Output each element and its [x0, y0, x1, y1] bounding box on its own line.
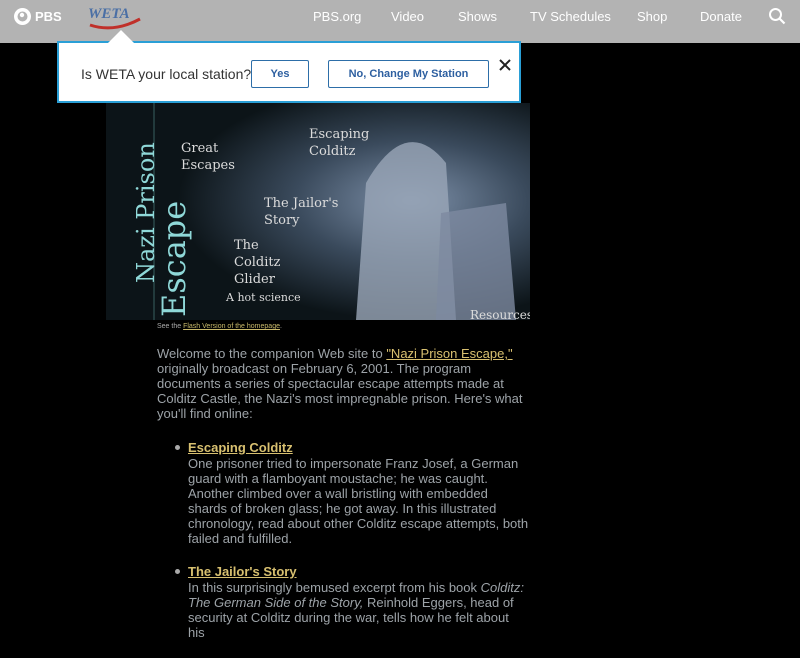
jailors-story-title-link[interactable]: The Jailor's Story: [188, 564, 529, 579]
flash-version-link[interactable]: Flash Version of the homepage: [183, 323, 280, 330]
nav-tv-schedules[interactable]: TV Schedules: [530, 9, 611, 24]
pbs-head-icon: [14, 8, 31, 25]
colditz-glider-link[interactable]: The Colditz Glider: [234, 237, 280, 288]
great-escapes-link[interactable]: Great Escapes: [181, 140, 235, 174]
nav-donate[interactable]: Donate: [700, 9, 742, 24]
flash-note: See the Flash Version of the homepage.: [157, 323, 282, 330]
nav-video[interactable]: Video: [391, 9, 424, 24]
list-item: The Jailor's Story In this surprisingly …: [175, 564, 529, 640]
bullet-icon: [175, 569, 180, 574]
flash-note-suffix: .: [279, 323, 282, 330]
change-station-button[interactable]: No, Change My Station: [328, 60, 489, 88]
popup-pointer: [108, 30, 134, 43]
nav-shows[interactable]: Shows: [458, 9, 497, 24]
close-icon[interactable]: [497, 57, 513, 73]
nav-pbs-org[interactable]: PBS.org: [313, 9, 361, 24]
escaping-colditz-link[interactable]: Escaping Colditz: [309, 126, 369, 160]
program-title-link[interactable]: "Nazi Prison Escape,": [386, 346, 512, 361]
resources-link[interactable]: Resources: [470, 307, 530, 320]
hot-science-label: A hot science: [226, 291, 301, 304]
search-icon[interactable]: [768, 7, 786, 25]
pbs-logo[interactable]: PBS: [14, 8, 62, 25]
escaping-colditz-description: One prisoner tried to impersonate Franz …: [188, 456, 529, 546]
list-item: Escaping Colditz One prisoner tried to i…: [175, 440, 529, 546]
popup-question: Is WETA your local station?: [81, 66, 252, 82]
weta-logo[interactable]: WETA: [84, 3, 144, 33]
intro-paragraph: Welcome to the companion Web site to "Na…: [157, 346, 529, 421]
local-station-popup: Is WETA your local station? Yes No, Chan…: [57, 41, 521, 103]
feature-list: Escaping Colditz One prisoner tried to i…: [157, 440, 529, 640]
yes-button[interactable]: Yes: [251, 60, 309, 88]
flash-note-prefix: See the: [157, 323, 184, 330]
intro-before: Welcome to the companion Web site to: [157, 346, 387, 361]
bullet-icon: [175, 445, 180, 450]
hero-image[interactable]: Nazi Prison Escape Great Escapes Escapin…: [106, 103, 530, 320]
jailors-story-link[interactable]: The Jailor's Story: [264, 195, 338, 229]
pbs-label: PBS: [35, 9, 62, 24]
intro-after: originally broadcast on February 6, 2001…: [157, 361, 523, 421]
escaping-colditz-title-link[interactable]: Escaping Colditz: [188, 440, 529, 455]
main-content: Welcome to the companion Web site to "Na…: [157, 346, 529, 658]
nav-shop[interactable]: Shop: [637, 9, 667, 24]
hero-title-line2: Escape: [155, 200, 193, 317]
